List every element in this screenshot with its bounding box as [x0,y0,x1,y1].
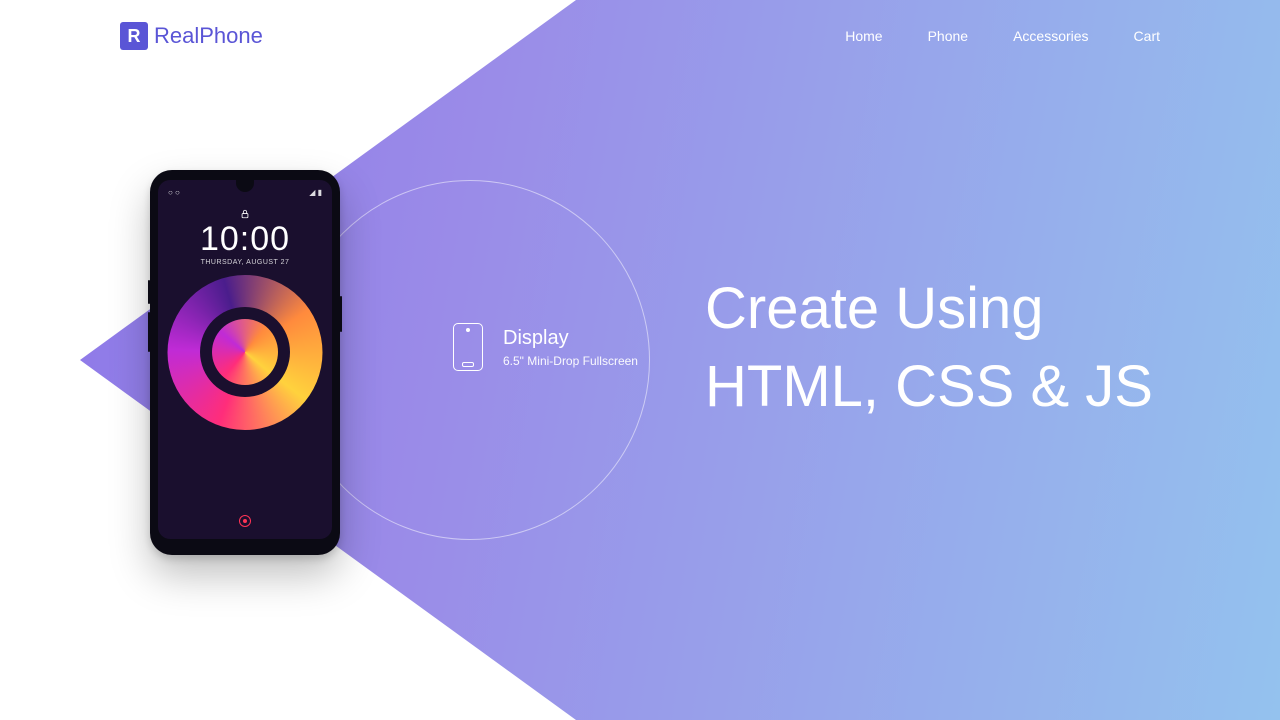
hero-line-1: Create Using [705,270,1153,348]
nav-home[interactable]: Home [845,28,882,44]
nav-accessories[interactable]: Accessories [1013,28,1088,44]
phone-home-indicator [239,515,251,527]
phone-side-button [148,312,150,352]
phone-clock: 10:00 THURSDAY, AUGUST 27 [158,220,332,266]
phone-display-icon [453,323,483,371]
status-left: ○ ○ [168,188,180,197]
primary-nav: Home Phone Accessories Cart [845,28,1160,44]
hero-line-2: HTML, CSS & JS [705,348,1153,426]
nav-phone[interactable]: Phone [928,28,968,44]
status-right: ◢ ▮ [309,188,322,197]
hero-title: Create Using HTML, CSS & JS [705,270,1153,427]
nav-cart[interactable]: Cart [1134,28,1160,44]
brand-logo[interactable]: R RealPhone [120,22,263,50]
phone-statusbar: ○ ○ ◢ ▮ [168,188,322,197]
logo-icon: R [120,22,148,50]
phone-frame: ○ ○ ◢ ▮ 10:00 THURSDAY, AUGUST 27 [150,170,340,555]
feature-title: Display [503,327,638,350]
clock-date: THURSDAY, AUGUST 27 [158,259,332,266]
clock-time: 10:00 [158,220,332,259]
wallpaper-ring-inner [200,307,290,397]
site-header: R RealPhone Home Phone Accessories Cart [0,0,1280,50]
feature-text: Display 6.5" Mini-Drop Fullscreen [503,327,638,368]
lock-icon [240,206,250,216]
brand-name: RealPhone [154,23,263,49]
feature-block: Display 6.5" Mini-Drop Fullscreen [453,323,638,371]
product-image: ○ ○ ◢ ▮ 10:00 THURSDAY, AUGUST 27 [150,170,340,555]
phone-side-button [148,280,150,304]
phone-screen: ○ ○ ◢ ▮ 10:00 THURSDAY, AUGUST 27 [158,180,332,539]
feature-subtitle: 6.5" Mini-Drop Fullscreen [503,354,638,368]
phone-side-button [340,296,342,332]
